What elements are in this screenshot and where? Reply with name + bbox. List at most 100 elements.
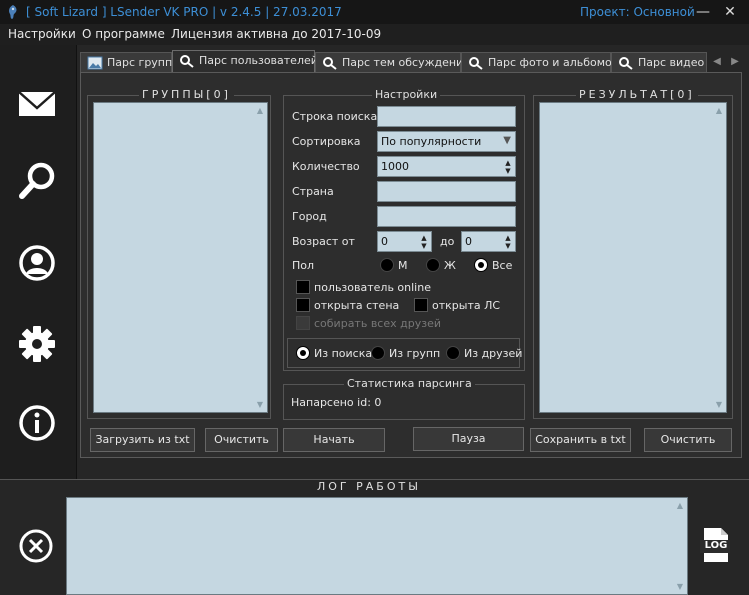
search-icon [619,57,633,70]
sex-option-m: М [398,259,408,272]
title-bar: [ Soft Lizard ] LSender VK PRO | v 2.4.5… [0,0,749,24]
tab-label: Парс групп [107,56,173,69]
chevron-down-icon: ▼ [503,135,511,146]
image-icon [87,56,103,70]
sidebar [0,45,76,479]
spin-up-icon[interactable]: ▲ [503,234,513,242]
sort-label: Сортировка [292,135,361,148]
search-icon [180,55,194,68]
spin-down-icon[interactable]: ▼ [503,167,513,175]
sort-value: По популярности [381,135,482,148]
source-radio-search[interactable] [296,346,310,360]
age-from-spinbox[interactable]: 0 ▲ ▼ [377,231,432,252]
tab-parse-users[interactable]: Парс пользователей [172,50,318,73]
sex-radio-m[interactable] [380,258,394,272]
clear-log-icon[interactable] [17,527,55,565]
groups-list[interactable]: ▲ ▼ [93,102,268,413]
scroll-up-icon[interactable]: ▲ [716,106,722,115]
scroll-up-icon[interactable]: ▲ [257,106,263,115]
source-option-groups: Из групп [389,347,441,360]
log-icon-label: LOG [704,540,728,551]
license-info: Лицензия активна до 2017-10-09 [171,27,382,41]
source-radio-groups[interactable] [371,346,385,360]
source-option-search: Из поиска [314,347,373,360]
search-icon[interactable] [14,158,60,204]
save-to-txt-button[interactable]: Сохранить в txt [530,428,631,452]
search-input[interactable] [377,106,516,127]
clear-results-button[interactable]: Очистить [644,428,732,452]
city-input[interactable] [377,206,516,227]
minimize-button[interactable]: — [692,2,714,22]
results-title: РЕЗУЛЬТАТ[0] [576,88,698,101]
age-to-label: до [440,235,455,248]
close-button[interactable]: ✕ [719,2,741,22]
count-spinbox[interactable]: 1000 ▲ ▼ [377,156,516,177]
settings-title: Настройки [372,88,441,101]
tab-scroll-left-icon[interactable]: ◀ [709,54,725,70]
count-label: Количество [292,160,360,173]
pm-checkbox[interactable] [414,298,428,312]
tab-label: Парс видео [638,56,705,69]
tab-label: Парс тем обсуждений [342,56,471,69]
search-icon [469,57,483,70]
log-output[interactable]: ▲ ▼ [66,497,688,595]
tab-parse-video[interactable]: Парс видео [611,52,707,72]
wall-label: открыта стена [314,299,400,312]
parsed-count: Напарсено id: 0 [291,396,382,409]
age-from-value: 0 [381,235,388,248]
tab-parse-photos[interactable]: Парс фото и альбомов [461,52,618,72]
all-friends-checkbox [296,316,310,330]
tab-scroll-right-icon[interactable]: ▶ [727,54,743,70]
load-from-txt-button[interactable]: Загрузить из txt [90,428,195,452]
country-input[interactable] [377,181,516,202]
project-name[interactable]: Проект: Основной [580,5,695,19]
city-label: Город [292,210,327,223]
sex-radio-f[interactable] [426,258,440,272]
clear-groups-button[interactable]: Очистить [205,428,278,452]
user-icon[interactable] [14,240,60,286]
tab-label: Парс фото и альбомов [488,56,619,69]
gear-icon[interactable] [14,321,60,367]
online-label: пользователь online [314,281,431,294]
wall-checkbox[interactable] [296,298,310,312]
online-checkbox[interactable] [296,280,310,294]
scroll-up-icon[interactable]: ▲ [677,501,683,510]
stats-title: Статистика парсинга [344,377,475,390]
tab-parse-groups[interactable]: Парс групп [80,52,172,72]
pm-label: открыта ЛС [432,299,501,312]
source-radio-friends[interactable] [446,346,460,360]
start-button[interactable]: Начать [283,428,385,452]
age-to-spinbox[interactable]: 0 ▲ ▼ [461,231,516,252]
sex-option-all: Все [492,259,513,272]
results-list[interactable]: ▲ ▼ [539,102,727,413]
envelope-icon[interactable] [14,81,60,127]
log-file-icon[interactable]: LOG [700,527,732,563]
spin-down-icon[interactable]: ▼ [503,242,513,250]
menu-bar: Настройки О программе Лицензия активна д… [0,24,749,45]
scroll-down-icon[interactable]: ▼ [677,582,683,591]
menu-about[interactable]: О программе [82,27,165,41]
lizard-logo-icon [9,5,17,19]
age-from-label: Возраст от [292,235,355,248]
sex-option-f: Ж [444,259,456,272]
search-label: Строка поиска [292,110,378,123]
tab-label: Парс пользователей [199,54,318,67]
tab-parse-discussions[interactable]: Парс тем обсуждений [315,52,470,72]
sex-label: Пол [292,259,315,272]
scroll-down-icon[interactable]: ▼ [716,400,722,409]
spin-up-icon[interactable]: ▲ [503,159,513,167]
count-value: 1000 [381,160,409,173]
scroll-down-icon[interactable]: ▼ [257,400,263,409]
info-icon[interactable] [14,400,60,446]
country-label: Страна [292,185,334,198]
age-to-value: 0 [465,235,472,248]
sex-radio-all[interactable] [474,258,488,272]
source-option-friends: Из друзей [464,347,523,360]
spin-up-icon[interactable]: ▲ [419,234,429,242]
menu-settings[interactable]: Настройки [8,27,76,41]
search-icon [323,57,337,70]
spin-down-icon[interactable]: ▼ [419,242,429,250]
all-friends-label: собирать всех друзей [314,317,441,330]
pause-button[interactable]: Пауза [413,427,524,451]
sort-select[interactable]: По популярности ▼ [377,131,516,152]
